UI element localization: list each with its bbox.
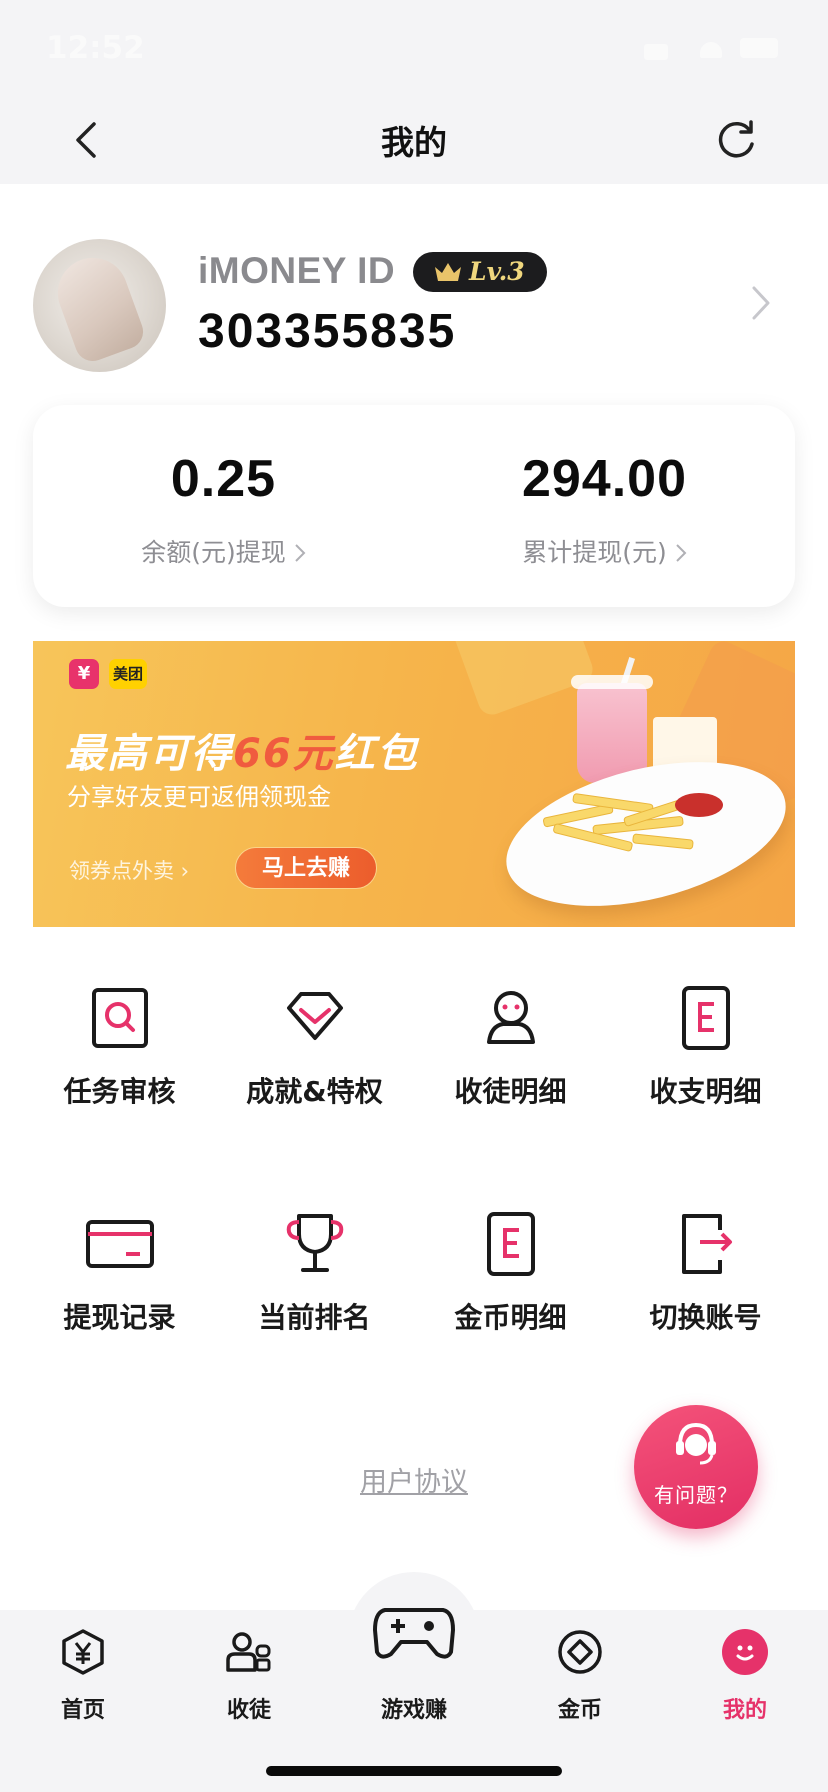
menu-item-withdraw-records[interactable]: 提现记录 <box>16 1210 223 1400</box>
page-title: 我的 <box>381 123 447 162</box>
total-withdrawn-label-text: 累计提现(元) <box>522 538 667 567</box>
yen-home-icon <box>62 1629 104 1675</box>
apprentice-tab-icon <box>226 1632 271 1672</box>
chevron-right-icon[interactable] <box>750 284 772 322</box>
trophy-icon <box>286 1214 344 1272</box>
coin-icon <box>558 1630 602 1674</box>
status-bar: 12:52 <box>0 0 828 96</box>
wifi-icon <box>700 42 722 58</box>
banner-headline: 最高可得66元红包 <box>65 721 419 779</box>
switch-account-icon <box>682 1214 732 1274</box>
profile-row[interactable]: iMONEY ID Lv.3 303355835 <box>0 184 828 404</box>
menu-item-coin-detail[interactable]: 金币明细 <box>407 1210 614 1400</box>
chevron-right-icon <box>676 544 687 562</box>
earn-now-button[interactable]: 马上去赚 <box>235 847 377 889</box>
refresh-icon[interactable] <box>712 116 760 164</box>
tab-home[interactable]: 首页 <box>0 1610 166 1730</box>
banner-subtitle: 分享好友更可返佣领现金 <box>67 783 331 811</box>
tab-game-earn[interactable]: 游戏赚 <box>331 1608 497 1730</box>
main-content: iMONEY ID Lv.3 303355835 0.25 余额(元)提现 29… <box>0 184 828 1610</box>
balance-card: 0.25 余额(元)提现 294.00 累计提现(元) <box>33 405 795 607</box>
promo-banner[interactable]: ¥ 美团 最高可得66元红包 分享好友更可返佣领现金 领券点外卖 › 马上去赚 <box>33 641 795 927</box>
nav-bar: 我的 <box>0 96 828 184</box>
total-withdrawn[interactable]: 294.00 累计提现(元) <box>414 405 795 607</box>
balance-label-text: 余额(元)提现 <box>141 538 286 567</box>
total-withdrawn-label: 累计提现(元) <box>414 533 795 569</box>
level-text: Lv.3 <box>469 257 525 286</box>
drink-image <box>571 675 653 783</box>
card-icon <box>86 1220 154 1268</box>
menu-label: 成就&特权 <box>246 1075 383 1108</box>
crown-icon <box>435 263 461 281</box>
menu-label: 当前排名 <box>258 1301 371 1334</box>
status-time: 12:52 <box>46 30 145 66</box>
tab-label: 我的 <box>722 1698 767 1723</box>
tab-label: 金币 <box>557 1698 602 1723</box>
menu-label: 任务审核 <box>63 1075 176 1108</box>
signal-icon <box>644 44 668 60</box>
menu-item-task-review[interactable]: 任务审核 <box>16 984 223 1174</box>
tab-apprentice[interactable]: 收徒 <box>166 1610 332 1730</box>
meituan-logo: 美团 <box>109 659 147 689</box>
coupon-link[interactable]: 领券点外卖 › <box>69 855 189 885</box>
home-indicator <box>266 1766 562 1776</box>
menu-label: 收徒明细 <box>454 1075 567 1108</box>
gamepad-icon <box>373 1608 455 1659</box>
chevron-right-icon <box>295 544 306 562</box>
level-badge: Lv.3 <box>413 252 547 292</box>
app-logo-icon: ¥ <box>69 659 99 689</box>
status-icons <box>644 38 794 62</box>
diamond-icon <box>287 992 343 1040</box>
battery-icon <box>740 38 778 58</box>
coin-ledger-icon <box>487 1212 535 1276</box>
task-review-icon <box>92 988 148 1048</box>
menu-label: 金币明细 <box>454 1301 567 1334</box>
menu-item-achievements[interactable]: 成就&特权 <box>211 984 418 1174</box>
tab-label: 收徒 <box>226 1698 271 1723</box>
balance-value: 0.25 <box>170 450 277 508</box>
menu-item-income-expense[interactable]: 收支明细 <box>602 984 809 1174</box>
menu-item-switch-account[interactable]: 切换账号 <box>602 1210 809 1400</box>
help-label: 有问题？ <box>654 1483 738 1507</box>
id-value: 303355835 <box>198 305 457 358</box>
id-label: iMONEY ID <box>198 250 396 291</box>
menu-item-apprentice-detail[interactable]: 收徒明细 <box>407 984 614 1174</box>
total-withdrawn-value: 294.00 <box>521 450 688 508</box>
menu-item-ranking[interactable]: 当前排名 <box>211 1210 418 1400</box>
headset-icon <box>676 1422 716 1465</box>
headline-highlight: 66元 <box>233 731 335 777</box>
balance-withdraw[interactable]: 0.25 余额(元)提现 <box>33 405 414 607</box>
menu-label: 收支明细 <box>649 1075 762 1108</box>
menu-label: 提现记录 <box>63 1301 176 1334</box>
tab-label: 游戏赚 <box>380 1698 447 1723</box>
avatar[interactable] <box>33 239 166 372</box>
menu-grid: 任务审核 成就&特权 收徒明细 收支明细 提现记录 当前排名 金币明细 切换账号 <box>0 984 828 1444</box>
ledger-icon <box>682 986 730 1050</box>
menu-label: 切换账号 <box>649 1301 762 1334</box>
tab-bar: 首页 收徒 游戏赚 金币 我的 <box>0 1572 828 1792</box>
tab-me[interactable]: 我的 <box>662 1610 828 1730</box>
me-icon <box>722 1629 768 1675</box>
tab-coins[interactable]: 金币 <box>497 1610 663 1730</box>
apprentice-icon <box>487 991 535 1044</box>
help-button[interactable]: 有问题？ <box>634 1405 758 1529</box>
headline-suffix: 红包 <box>334 731 419 777</box>
tab-label: 首页 <box>60 1698 105 1723</box>
headline-prefix: 最高可得 <box>65 731 233 777</box>
balance-label: 余额(元)提现 <box>33 533 414 569</box>
